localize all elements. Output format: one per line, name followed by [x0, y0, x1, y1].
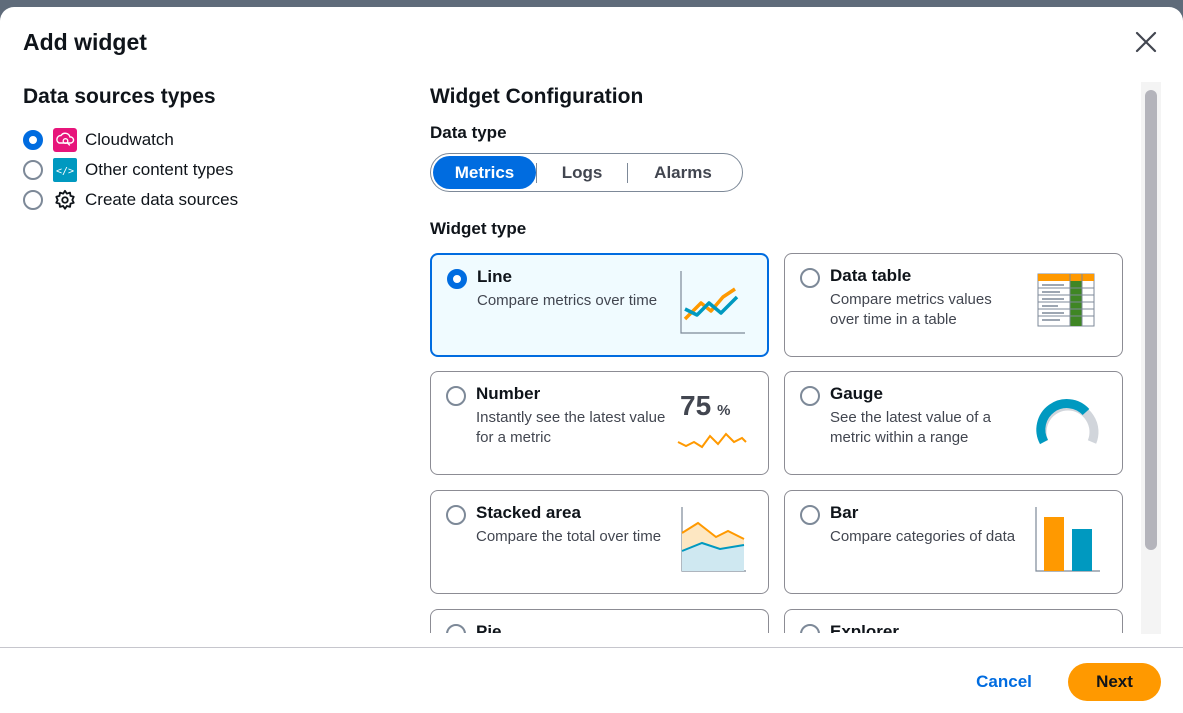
widget-description: Compare metrics values over time in a ta…: [830, 291, 992, 328]
radio-button[interactable]: [447, 269, 467, 289]
widget-description: Instantly see the latest value for a met…: [476, 409, 666, 446]
line-chart-icon: [680, 271, 745, 334]
explorer-icon: [1030, 622, 1102, 633]
widget-description: See the latest value of a metric within …: [830, 409, 991, 446]
widget-card-pie[interactable]: Pie: [430, 609, 769, 633]
widget-title: Explorer: [830, 622, 899, 633]
widget-card-line[interactable]: Line Compare metrics over time: [430, 253, 769, 357]
gear-icon: [53, 188, 77, 212]
radio-button[interactable]: [446, 624, 466, 633]
radio-button[interactable]: [23, 190, 43, 210]
stacked-area-icon: [681, 507, 746, 572]
data-table-icon: [1037, 273, 1095, 327]
radio-button[interactable]: [800, 505, 820, 525]
radio-button[interactable]: [23, 160, 43, 180]
widget-card-gauge[interactable]: Gauge See the latest value of a metric w…: [784, 371, 1123, 475]
data-type-alarms[interactable]: Alarms: [628, 156, 738, 189]
data-type-logs[interactable]: Logs: [537, 156, 627, 189]
data-source-cloudwatch[interactable]: Cloudwatch: [23, 125, 383, 155]
data-source-create[interactable]: Create data sources: [23, 185, 383, 215]
widget-title: Line: [477, 267, 512, 286]
widget-configuration-title: Widget Configuration: [430, 85, 644, 108]
widget-title: Stacked area: [476, 503, 581, 522]
data-source-radio-group: Cloudwatch </> Other content types Creat…: [23, 125, 383, 215]
number-art-value: 75: [680, 390, 712, 421]
widget-title: Gauge: [830, 384, 883, 403]
add-widget-modal: Add widget Data sources types Cloudwatch: [0, 7, 1183, 713]
data-type-segmented-control: Metrics Logs Alarms: [430, 153, 743, 192]
data-sources-title: Data sources types: [23, 85, 216, 108]
cloudwatch-icon: [53, 128, 77, 152]
pie-chart-icon: [676, 622, 748, 633]
scroll-thumb[interactable]: [1145, 90, 1157, 550]
modal-title: Add widget: [23, 29, 147, 55]
radio-button[interactable]: [446, 386, 466, 406]
scrollbar[interactable]: [1141, 82, 1161, 634]
code-icon: </>: [53, 158, 77, 182]
bar-chart-icon: [1035, 507, 1100, 572]
svg-text:</>: </>: [56, 166, 74, 177]
widget-title: Data table: [830, 266, 912, 285]
close-icon[interactable]: [1131, 27, 1161, 57]
widget-card-explorer[interactable]: Explorer: [784, 609, 1123, 633]
widget-configuration-panel: Widget Configuration Data type Metrics L…: [430, 85, 1130, 633]
widget-title: Number: [476, 384, 541, 403]
widget-description: Compare categories of data: [830, 528, 1016, 545]
widget-description: Compare metrics over time: [477, 292, 658, 309]
radio-button[interactable]: [23, 130, 43, 150]
data-type-label: Data type: [430, 123, 507, 142]
number-widget-icon: 75%: [676, 384, 748, 456]
radio-button[interactable]: [446, 505, 466, 525]
footer-divider: [0, 647, 1183, 648]
widget-title: Bar: [830, 503, 859, 522]
widget-type-label: Widget type: [430, 219, 527, 238]
data-type-metrics[interactable]: Metrics: [433, 156, 536, 189]
data-source-other-content[interactable]: </> Other content types: [23, 155, 383, 185]
data-source-label: Cloudwatch: [85, 130, 174, 149]
widget-title: Pie: [476, 622, 502, 633]
radio-button[interactable]: [800, 268, 820, 288]
data-sources-panel: Data sources types Cloudwatch </> Other …: [23, 85, 383, 215]
data-source-label: Other content types: [85, 160, 234, 179]
next-button[interactable]: Next: [1068, 663, 1161, 701]
widget-card-data-table[interactable]: Data table Compare metrics values over t…: [784, 253, 1123, 357]
widget-description: Compare the total over time: [476, 528, 662, 545]
number-art-unit: %: [717, 402, 731, 419]
widget-card-bar[interactable]: Bar Compare categories of data: [784, 490, 1123, 594]
radio-button[interactable]: [800, 386, 820, 406]
widget-card-number[interactable]: Number Instantly see the latest value fo…: [430, 371, 769, 475]
gauge-icon: [1036, 399, 1099, 445]
data-source-label: Create data sources: [85, 190, 239, 209]
radio-button[interactable]: [800, 624, 820, 633]
cancel-button[interactable]: Cancel: [960, 663, 1048, 701]
widget-card-stacked-area[interactable]: Stacked area Compare the total over time: [430, 490, 769, 594]
